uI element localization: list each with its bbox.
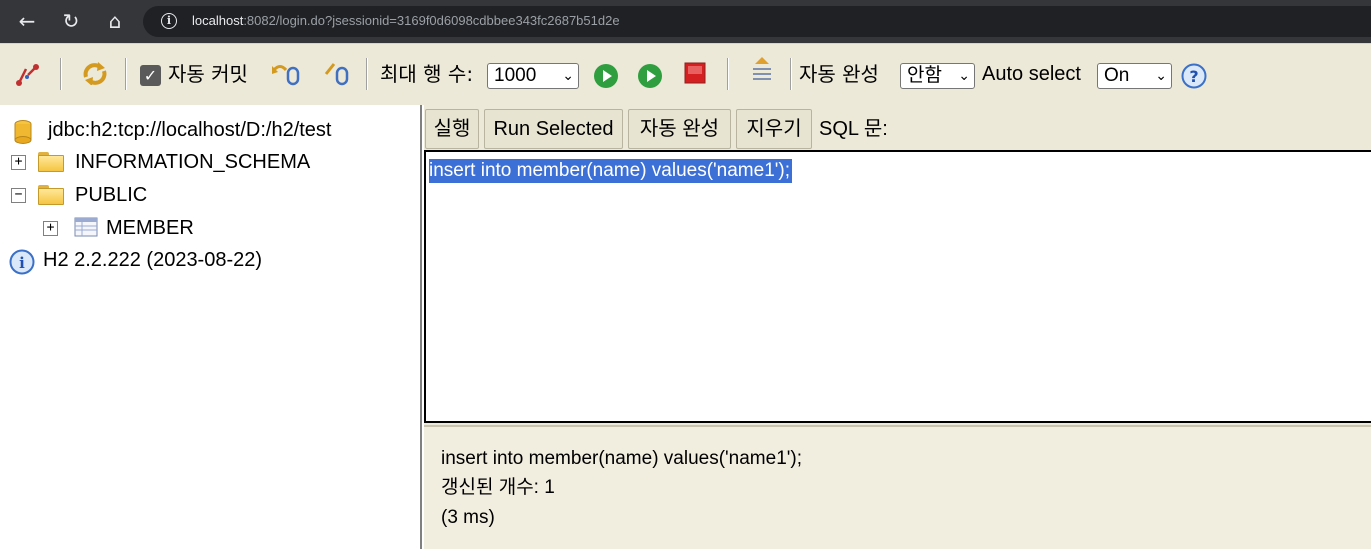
svg-text:?: ? (1189, 67, 1198, 86)
clear-button[interactable]: 지우기 (736, 109, 812, 149)
run-selected-icon[interactable] (634, 63, 666, 89)
back-arrow-icon[interactable]: ← (12, 6, 42, 36)
url-field[interactable]: i localhost:8082/login.do?jsessionid=316… (143, 6, 1371, 37)
auto-complete-value: 안함 (907, 65, 942, 86)
result-statement: insert into member(name) values('name1')… (441, 448, 802, 469)
table-icon (74, 217, 98, 237)
query-panel: 실행 Run Selected 자동 완성 지우기 SQL 문: insert … (424, 105, 1371, 549)
tree-item-public[interactable]: PUBLIC (75, 180, 147, 210)
collapse-minus-icon[interactable]: − (11, 188, 26, 203)
home-icon[interactable]: ⌂ (100, 6, 130, 36)
svg-text:i: i (19, 254, 25, 272)
sql-statement-label: SQL 문: (819, 118, 888, 140)
run-icon[interactable] (593, 63, 619, 89)
version-info: H2 2.2.222 (2023-08-22) (43, 249, 263, 271)
url-text: localhost:8082/login.do?jsessionid=3169f… (192, 13, 620, 28)
tree-item-member[interactable]: MEMBER (106, 213, 194, 243)
browser-address-bar: ← ↻ ⌂ i localhost:8082/login.do?jsession… (0, 0, 1371, 43)
chevron-down-icon: ⌄ (958, 68, 970, 84)
commit-icon[interactable] (322, 60, 352, 86)
url-path: :8082/login.do?jsessionid=3169f0d6098cdb… (243, 13, 620, 28)
site-info-icon[interactable]: i (161, 13, 177, 29)
result-time: (3 ms) (441, 507, 495, 528)
expand-plus-icon[interactable]: + (43, 221, 58, 236)
auto-select-value: On (1104, 65, 1130, 86)
result-update-count: 갱신된 개수: 1 (441, 477, 555, 498)
run-selected-button[interactable]: Run Selected (484, 109, 623, 149)
sql-editor[interactable]: insert into member(name) values('name1')… (424, 150, 1371, 423)
info-icon: i (9, 249, 35, 275)
database-icon (14, 120, 32, 144)
history-icon[interactable] (749, 55, 775, 81)
result-area: insert into member(name) values('name1')… (424, 427, 1371, 549)
reload-icon[interactable]: ↻ (56, 6, 86, 36)
max-rows-value: 1000 (494, 65, 537, 86)
refresh-icon[interactable] (80, 59, 110, 85)
auto-select-select[interactable]: On ⌄ (1097, 63, 1172, 89)
toolbar-separator (790, 58, 792, 90)
tree-connection[interactable]: jdbc:h2:tcp://localhost/D:/h2/test (48, 115, 332, 145)
auto-select-label: Auto select (982, 63, 1081, 85)
tree-item-information-schema[interactable]: INFORMATION_SCHEMA (75, 147, 310, 177)
object-tree: jdbc:h2:tcp://localhost/D:/h2/test + INF… (0, 105, 422, 549)
folder-icon (38, 185, 64, 205)
toolbar-separator (727, 58, 729, 90)
folder-icon (38, 152, 64, 172)
help-icon[interactable]: ? (1181, 63, 1207, 89)
max-rows-label: 최대 행 수: (380, 62, 474, 86)
stop-icon[interactable] (684, 62, 706, 88)
auto-complete-select[interactable]: 안함 ⌄ (900, 63, 975, 89)
chevron-down-icon: ⌄ (1155, 68, 1167, 84)
toolbar: ✓ 자동 커밋 최대 행 수: 1000 ⌄ 자동 완성 안함 ⌄ Auto sel (0, 43, 1371, 105)
toolbar-separator (60, 58, 62, 90)
auto-commit-checkbox[interactable]: ✓ (140, 65, 161, 86)
url-host: localhost (192, 13, 244, 28)
auto-commit-label: 자동 커밋 (168, 62, 248, 86)
toolbar-separator (366, 58, 368, 90)
toolbar-separator (125, 58, 127, 90)
disconnect-icon[interactable] (14, 61, 42, 87)
auto-complete-label: 자동 완성 (799, 62, 879, 86)
rollback-icon[interactable] (270, 60, 302, 86)
auto-complete-button[interactable]: 자동 완성 (628, 109, 731, 149)
max-rows-select[interactable]: 1000 ⌄ (487, 63, 579, 89)
chevron-down-icon: ⌄ (562, 68, 574, 84)
execute-button[interactable]: 실행 (425, 109, 479, 149)
sql-editor-text: insert into member(name) values('name1')… (429, 159, 792, 183)
expand-plus-icon[interactable]: + (11, 155, 26, 170)
